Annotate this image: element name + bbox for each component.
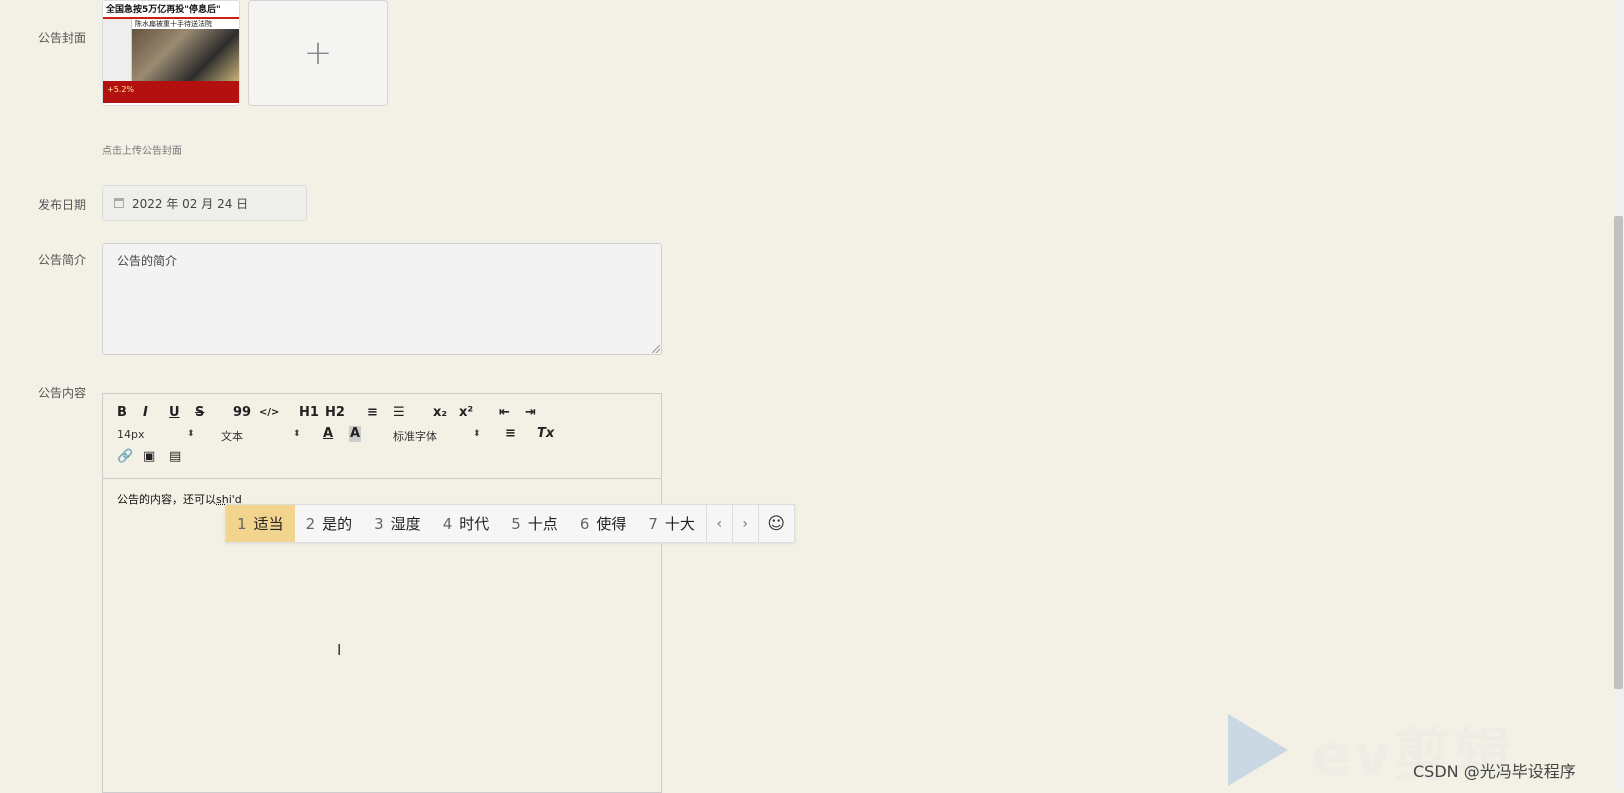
ime-candidate[interactable]: 2 是的: [295, 505, 364, 542]
ime-candidate-number: 5: [511, 514, 521, 533]
editor-toolbar: B I U S 99 </> H1 H2 ≡ ☰ x₂ x² ⇤ ⇥ 14px …: [103, 394, 661, 479]
ime-candidate[interactable]: 4 时代: [432, 505, 501, 542]
ime-candidate-number: 7: [648, 514, 658, 533]
date-value: 2022 年 02 月 24 日: [132, 196, 249, 211]
clean-format-button[interactable]: Tx: [537, 426, 554, 442]
ime-candidate[interactable]: 5 十点: [500, 505, 569, 542]
ime-candidate[interactable]: 7 十大: [637, 505, 706, 542]
calendar-icon: [114, 198, 124, 208]
resize-handle[interactable]: [652, 345, 660, 353]
ime-candidate-text: 十大: [664, 515, 695, 533]
text-cursor-icon: I: [337, 641, 342, 659]
indent-button[interactable]: ⇥: [525, 405, 536, 421]
ime-candidate-text: 时代: [459, 515, 490, 533]
subscript-button[interactable]: x₂: [433, 405, 447, 421]
h1-button[interactable]: H1: [299, 405, 319, 421]
content-text: 公告的内容，还可以: [117, 493, 216, 506]
cover-image[interactable]: 全国急按5万亿再投"停息后" 陈水扁被重十手待送法院 +5.2%: [102, 0, 240, 106]
strike-button[interactable]: S: [195, 405, 204, 421]
plus-icon: +: [303, 33, 333, 73]
bullet-list-button[interactable]: ☰: [393, 405, 405, 421]
cover-headline: 全国急按5万亿再投"停息后": [103, 1, 239, 19]
ime-candidate-number: 1: [237, 514, 247, 533]
outdent-button[interactable]: ⇤: [499, 405, 510, 421]
content-label: 公告内容: [38, 386, 87, 400]
ime-candidate-number: 6: [579, 514, 590, 533]
ordered-list-button[interactable]: ≡: [367, 405, 378, 421]
italic-button[interactable]: I: [143, 405, 148, 421]
select-arrow-icon: ⬍: [293, 429, 301, 439]
select-arrow-icon: ⬍: [473, 429, 481, 439]
ime-candidate-number: 3: [374, 514, 384, 533]
upload-cover-button[interactable]: +: [248, 0, 388, 106]
video-button[interactable]: ▤: [169, 449, 181, 465]
date-label: 发布日期: [38, 198, 87, 212]
ime-candidate[interactable]: 6 使得: [569, 505, 638, 542]
cover-footer: +5.2%: [103, 81, 239, 103]
ime-next-icon[interactable]: ›: [731, 505, 758, 542]
ime-candidate-text: 十点: [527, 515, 558, 533]
superscript-button[interactable]: x²: [459, 405, 473, 421]
ime-candidate-number: 4: [442, 514, 453, 533]
bold-button[interactable]: B: [117, 405, 127, 421]
intro-value: 公告的简介: [117, 254, 178, 268]
font-family-select[interactable]: 标准字体 ⬍: [393, 428, 481, 444]
intro-label: 公告简介: [38, 253, 87, 267]
font-family-value: 标准字体: [393, 430, 437, 443]
align-button[interactable]: ≡: [505, 426, 516, 442]
h2-button[interactable]: H2: [325, 405, 345, 421]
cover-subheadline: 陈水扁被重十手待送法院: [132, 19, 239, 29]
link-button[interactable]: 🔗: [117, 449, 133, 465]
intro-textarea[interactable]: 公告的简介: [102, 243, 662, 355]
csdn-watermark: CSDN @光冯毕设程序: [1413, 762, 1576, 781]
ime-candidate[interactable]: 3 湿度: [363, 505, 432, 542]
emoji-icon[interactable]: ☺: [757, 505, 794, 542]
format-value: 文本: [221, 430, 243, 443]
image-button[interactable]: ▣: [143, 449, 155, 465]
play-logo-icon: [1228, 714, 1288, 786]
cover-label: 公告封面: [38, 31, 87, 45]
rich-text-editor: B I U S 99 </> H1 H2 ≡ ☰ x₂ x² ⇤ ⇥ 14px …: [102, 393, 662, 793]
underline-button[interactable]: U: [169, 405, 180, 421]
scrollbar-thumb[interactable]: [1614, 216, 1623, 689]
ime-candidate-text: 湿度: [390, 515, 421, 533]
ime-candidate-text: 使得: [596, 515, 627, 533]
font-size-select[interactable]: 14px ⬍: [117, 428, 195, 441]
background-color-button[interactable]: A: [349, 426, 362, 442]
cover-photo: 陈水扁被重十手待送法院: [132, 19, 239, 81]
upload-hint: 点击上传公告封面: [102, 146, 182, 157]
ime-candidate-text: 适当: [253, 515, 284, 533]
select-arrow-icon: ⬍: [187, 429, 195, 439]
ime-candidate-bar: 1 适当 2 是的 3 湿度 4 时代 5 十点 6 使得 7 十大 ‹ › ☺: [225, 504, 795, 543]
ime-prev-icon[interactable]: ‹: [705, 505, 732, 542]
ime-candidate-text: 是的: [322, 515, 353, 533]
ime-candidate-number: 2: [305, 514, 316, 533]
blockquote-button[interactable]: 99: [233, 405, 251, 421]
date-picker[interactable]: 2022 年 02 月 24 日: [102, 185, 307, 221]
font-color-button[interactable]: A: [323, 426, 333, 442]
format-select[interactable]: 文本 ⬍: [221, 428, 301, 444]
code-button[interactable]: </>: [259, 405, 279, 421]
font-size-value: 14px: [117, 428, 145, 441]
ime-candidate[interactable]: 1 适当: [226, 505, 295, 542]
